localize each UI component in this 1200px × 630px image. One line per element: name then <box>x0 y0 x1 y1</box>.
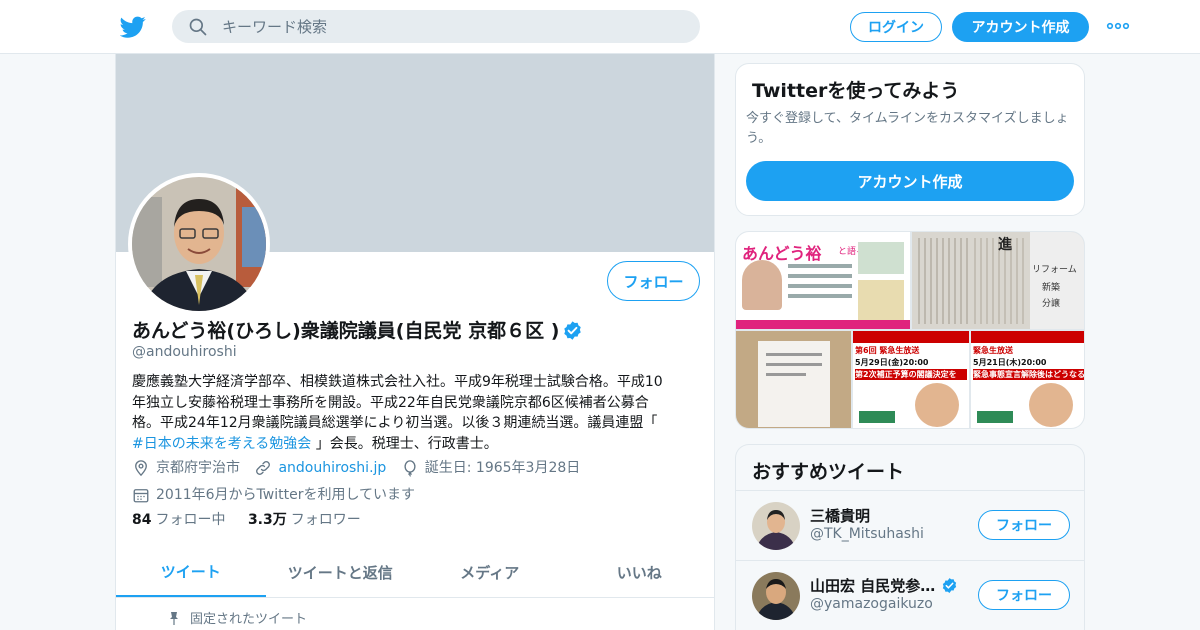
followers-label: フォロワー <box>290 512 361 528</box>
recommended-avatar[interactable] <box>752 572 800 620</box>
login-button[interactable]: ログイン <box>850 12 942 42</box>
follow-button[interactable]: フォロー <box>607 261 700 301</box>
bio-line: 慶應義塾大学経済学部卒、相模鉄道株式会社入社。平成9年税理士試験合格。平成10 <box>132 374 663 390</box>
newspaper-ad-1: リフォーム <box>1032 265 1077 275</box>
verified-badge-icon <box>943 578 957 593</box>
tab-likes[interactable]: いいね <box>565 548 715 597</box>
profile-avatar[interactable] <box>128 173 270 315</box>
followers-stat[interactable]: 3.3万 フォロワー <box>248 512 361 528</box>
recommended-title: おすすめツイート <box>752 461 905 483</box>
birthday-item: 誕生日: 1965年3月28日 <box>401 457 581 479</box>
location-text: 京都府宇治市 <box>156 460 240 476</box>
newspaper-ad-2: 新築 <box>1042 283 1061 293</box>
newspaper-headline: 進 <box>998 237 1012 253</box>
newspaper-ad-3: 分譲 <box>1042 299 1061 309</box>
verified-badge-icon <box>564 321 582 340</box>
following-stat[interactable]: 84 フォロー中 <box>132 512 225 528</box>
media-tile-broadcast-1[interactable]: 第6回 緊急生放送 5月29日(金)20:00 第2次補正予算の閣議決定を <box>853 331 969 428</box>
search-box <box>172 10 700 43</box>
bio-line: 格。平成24年12月衆議院議員総選挙により初当選。以後３期連続当選。議員連盟「 <box>132 415 658 431</box>
pinned-tweet-label: 固定されたツイート <box>168 608 307 627</box>
broadcast1-line: 第2次補正予算の閣議決定を <box>855 369 967 380</box>
recommended-follow-button[interactable]: フォロー <box>978 580 1070 610</box>
signup-card-text: 今すぐ登録して、タイムラインをカスタマイズしましょう。 <box>746 111 1069 146</box>
media-tile-document[interactable] <box>736 331 851 428</box>
tab-tweets-and-replies[interactable]: ツイートと返信 <box>266 548 416 597</box>
signup-card-button[interactable]: アカウント作成 <box>746 161 1074 201</box>
more-dots-icon[interactable] <box>1106 19 1130 33</box>
recommended-name[interactable]: 山田宏 自民党参… <box>810 575 958 596</box>
bio-line: 年独立し安藤裕税理士事務所を開設。平成22年自民党衆議院京都6区候補者公募合 <box>132 394 649 411</box>
tab-tweets[interactable]: ツイート <box>116 548 266 597</box>
broadcast2-date: 5月21日(木)20:00 <box>973 358 1047 367</box>
media-grid: あんどう裕 と語る会 進 リフォーム 新築 分譲 第6回 緊急生放送 5月29日… <box>735 231 1085 429</box>
location-pin-icon <box>135 460 147 477</box>
profile-photo <box>132 177 266 311</box>
birthday-text: 誕生日: 1965年3月28日 <box>424 460 581 476</box>
profile-stats: 84 フォロー中 3.3万 フォロワー <box>132 509 379 529</box>
top-navigation-bar: ログイン アカウント作成 <box>0 0 1200 54</box>
recommended-tweets-card: おすすめツイート 三橋貴明 @TK_Mitsuhashi フォロー 山田宏 自民… <box>735 444 1085 630</box>
signup-card-title: Twitterを使ってみよう <box>752 80 960 102</box>
recommended-handle: @yamazogaikuzo <box>810 596 933 612</box>
broadcast2-line: 緊急事態宣言解除後はどうなるか <box>973 369 1084 380</box>
bio-line: 」会長。税理士、行政書士。 <box>311 435 498 452</box>
search-input[interactable] <box>222 10 682 43</box>
recommended-account-row[interactable]: 三橋貴明 @TK_Mitsuhashi フォロー <box>736 490 1084 560</box>
joined-item: 2011年6月からTwitterを利用しています <box>132 484 415 506</box>
recommended-account-row[interactable]: 山田宏 自民党参… @yamazogaikuzo フォロー <box>736 560 1084 630</box>
calendar-icon <box>133 489 149 503</box>
broadcast1-head: 第6回 緊急生放送 <box>855 346 920 355</box>
recommended-follow-button[interactable]: フォロー <box>978 510 1070 540</box>
balloon-icon <box>404 460 416 477</box>
following-count: 84 <box>132 512 152 528</box>
broadcast1-date: 5月29日(金)20:00 <box>855 358 929 367</box>
profile-name: あんどう裕(ひろし)衆議院議員(自民党 京都６区 ) <box>132 316 583 343</box>
media-tile-newspaper[interactable]: 進 リフォーム 新築 分譲 <box>912 232 1084 329</box>
recommended-name[interactable]: 三橋貴明 <box>810 505 870 526</box>
profile-handle: @andouhiroshi <box>132 344 237 360</box>
search-icon <box>189 18 207 36</box>
profile-name-text: あんどう裕(ひろし)衆議院議員(自民党 京都６区 ) <box>132 320 560 342</box>
link-icon <box>256 461 271 475</box>
profile-meta: 京都府宇治市 andouhiroshi.jp 誕生日: 1965年3月28日 2… <box>132 457 702 511</box>
recommended-handle: @TK_Mitsuhashi <box>810 526 924 542</box>
recommended-avatar[interactable] <box>752 502 800 550</box>
followers-count: 3.3万 <box>247 512 287 528</box>
joined-text: 2011年6月からTwitterを利用しています <box>156 487 416 503</box>
recommended-name-text: 山田宏 自民党参… <box>810 577 936 595</box>
signup-card: Twitterを使ってみよう 今すぐ登録して、タイムラインをカスタマイズしましょ… <box>735 63 1085 216</box>
media-tile-broadcast-2[interactable]: 緊急生放送 5月21日(木)20:00 緊急事態宣言解除後はどうなるか <box>971 331 1084 428</box>
broadcast2-head: 緊急生放送 <box>973 346 1013 355</box>
twitter-bird-icon[interactable] <box>120 14 146 40</box>
bio-hashtag-link[interactable]: #日本の未来を考える勉強会 <box>132 436 311 452</box>
profile-tabs: ツイート ツイートと返信 メディア いいね <box>116 548 714 598</box>
signup-button[interactable]: アカウント作成 <box>952 12 1089 42</box>
tab-media[interactable]: メディア <box>415 548 565 597</box>
website-link[interactable]: andouhiroshi.jp <box>278 457 386 479</box>
pinned-text: 固定されたツイート <box>190 612 308 627</box>
profile-bio: 慶應義塾大学経済学部卒、相模鉄道株式会社入社。平成9年税理士試験合格。平成10 … <box>132 372 702 454</box>
website-item: andouhiroshi.jp <box>254 457 386 479</box>
location-item: 京都府宇治市 <box>132 457 240 479</box>
following-label: フォロー中 <box>155 512 226 528</box>
profile-column: フォロー あんどう裕(ひろし)衆議院議員(自民党 京都６区 ) @andouhi… <box>115 54 715 630</box>
media-tile-event-flyer[interactable]: あんどう裕 と語る会 <box>736 232 910 329</box>
pin-icon <box>170 611 178 625</box>
